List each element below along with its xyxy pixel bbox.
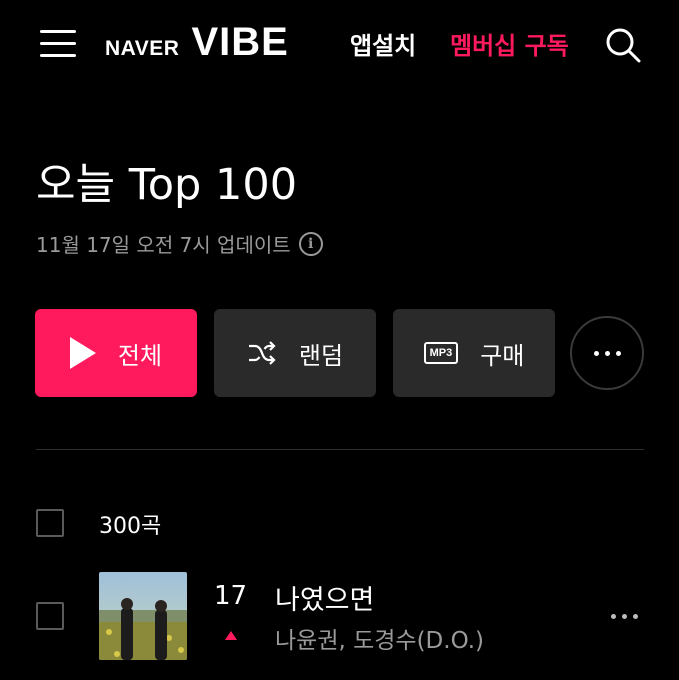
track-checkbox[interactable] [36,602,64,630]
track-count: 300곡 [99,514,162,539]
app-install-link[interactable]: 앱설치 [350,26,416,61]
more-options-button[interactable] [570,316,644,390]
divider [36,449,644,450]
update-timestamp: 11월 17일 오전 7시 업데이트 [36,233,291,257]
buy-mp3-button[interactable]: MP3 구매 [393,309,555,397]
buy-label: 구매 [480,341,525,370]
more-horizontal-icon [610,613,638,619]
membership-subscribe-link[interactable]: 멤버십 구독 [450,26,569,61]
play-all-button[interactable]: 전체 [35,309,197,397]
hamburger-menu-icon[interactable] [40,28,76,60]
mp3-badge: MP3 [423,342,459,364]
logo-naver-text: NAVER [105,37,180,60]
play-icon [69,337,96,369]
page-title: 오늘 Top 100 [36,160,298,210]
rank-up-icon [225,631,237,640]
shuffle-icon [247,340,277,366]
shuffle-label: 랜덤 [298,341,344,370]
album-art[interactable] [99,572,187,660]
shuffle-play-button[interactable]: 랜덤 [214,309,376,397]
track-artist[interactable]: 나윤권, 도경수(D.O.) [275,621,484,655]
mp3-icon: MP3 [423,342,459,364]
more-horizontal-icon [593,350,621,356]
top-header: NAVER VIBE 앱설치 멤버십 구독 [0,0,679,88]
track-title[interactable]: 나였으면 [275,578,374,617]
search-icon[interactable] [604,26,642,64]
logo-vibe-text: VIBE [191,20,289,64]
track-more-button[interactable] [604,606,644,626]
naver-vibe-logo[interactable]: NAVER VIBE [105,22,289,66]
select-all-checkbox[interactable] [36,509,64,537]
track-rank: 17 [214,581,248,611]
play-all-label: 전체 [117,341,163,370]
info-icon[interactable]: i [298,231,323,256]
update-info-row: 11월 17일 오전 7시 업데이트 i [36,229,323,258]
